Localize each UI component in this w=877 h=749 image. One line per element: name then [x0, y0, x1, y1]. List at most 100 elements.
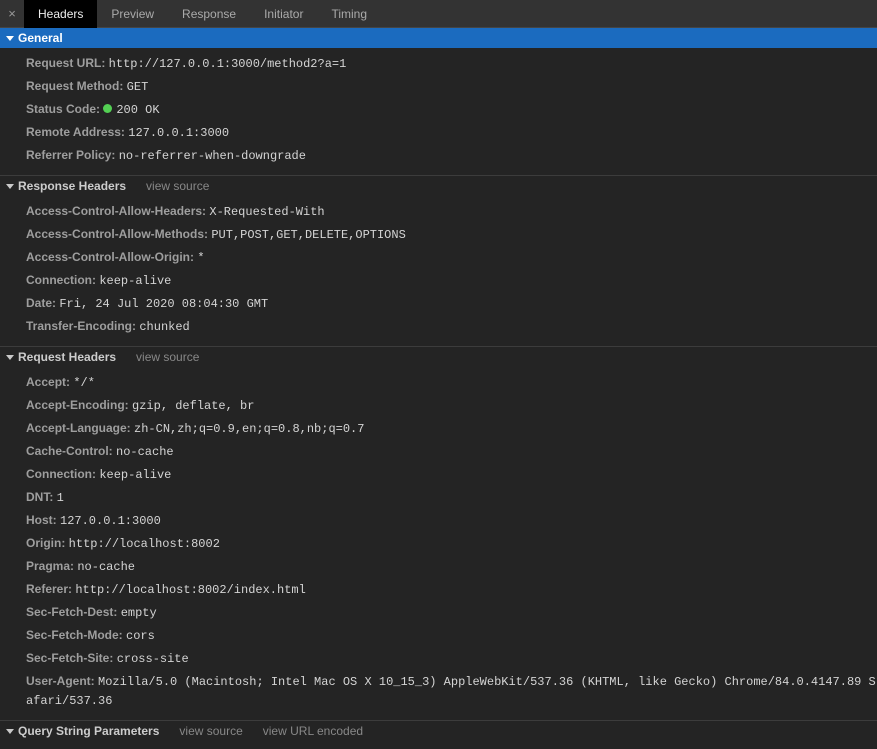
tab-headers[interactable]: Headers: [24, 0, 97, 28]
header-row: Sec-Fetch-Site: cross-site: [0, 647, 877, 670]
header-row: Connection: keep-alive: [0, 463, 877, 486]
header-value: cors: [126, 629, 155, 643]
section-query-params-body: a: 1: [0, 741, 877, 749]
tab-timing[interactable]: Timing: [317, 0, 381, 28]
header-key: Date:: [26, 296, 59, 310]
header-key: Transfer-Encoding:: [26, 319, 139, 333]
header-key: Sec-Fetch-Mode:: [26, 628, 126, 642]
header-value: 127.0.0.1:3000: [128, 126, 229, 140]
header-row: Status Code: 200 OK: [0, 98, 877, 121]
section-general-title: General: [18, 31, 63, 45]
header-key: Access-Control-Allow-Headers:: [26, 204, 209, 218]
caret-down-icon: [6, 729, 14, 734]
header-row: Pragma: no-cache: [0, 555, 877, 578]
close-icon[interactable]: ×: [0, 6, 24, 21]
header-row: Referer: http://localhost:8002/index.htm…: [0, 578, 877, 601]
header-value: 1: [57, 491, 64, 505]
header-row: Host: 127.0.0.1:3000: [0, 509, 877, 532]
view-source-link[interactable]: view source: [179, 724, 242, 738]
header-row: Remote Address: 127.0.0.1:3000: [0, 121, 877, 144]
header-row: Access-Control-Allow-Headers: X-Requeste…: [0, 200, 877, 223]
header-value: *: [197, 251, 204, 265]
header-key: Request Method:: [26, 79, 127, 93]
header-row: Request Method: GET: [0, 75, 877, 98]
header-row: User-Agent: Mozilla/5.0 (Macintosh; Inte…: [0, 670, 877, 712]
caret-down-icon: [6, 355, 14, 360]
caret-down-icon: [6, 184, 14, 189]
header-key: Accept:: [26, 375, 73, 389]
section-request-headers-header[interactable]: Request Headers view source: [0, 346, 877, 367]
header-key: Accept-Language:: [26, 421, 134, 435]
section-response-headers-title: Response Headers: [18, 179, 126, 193]
section-request-headers-title: Request Headers: [18, 350, 116, 364]
header-key: Sec-Fetch-Site:: [26, 651, 117, 665]
header-value: no-cache: [116, 445, 174, 459]
header-key: Accept-Encoding:: [26, 398, 132, 412]
header-key: Remote Address:: [26, 125, 128, 139]
header-key: Pragma:: [26, 559, 77, 573]
header-value: GET: [127, 80, 149, 94]
status-dot-icon: [103, 104, 112, 113]
header-row: Access-Control-Allow-Methods: PUT,POST,G…: [0, 223, 877, 246]
header-row: Referrer Policy: no-referrer-when-downgr…: [0, 144, 877, 167]
header-row: Cache-Control: no-cache: [0, 440, 877, 463]
view-source-link[interactable]: view source: [146, 179, 209, 193]
header-key: Request URL:: [26, 56, 109, 70]
header-value: X-Requested-With: [209, 205, 324, 219]
section-general-body: Request URL: http://127.0.0.1:3000/metho…: [0, 48, 877, 175]
header-row: a: 1: [0, 745, 877, 749]
header-value: no-referrer-when-downgrade: [119, 149, 306, 163]
header-key: Access-Control-Allow-Origin:: [26, 250, 197, 264]
header-key: Referer:: [26, 582, 75, 596]
header-row: Access-Control-Allow-Origin: *: [0, 246, 877, 269]
view-source-link[interactable]: view source: [136, 350, 199, 364]
header-value: 127.0.0.1:3000: [60, 514, 161, 528]
header-value: Mozilla/5.0 (Macintosh; Intel Mac OS X 1…: [26, 675, 876, 708]
header-row: Origin: http://localhost:8002: [0, 532, 877, 555]
header-value: cross-site: [117, 652, 189, 666]
header-value: http://localhost:8002/index.html: [75, 583, 305, 597]
header-row: Accept-Encoding: gzip, deflate, br: [0, 394, 877, 417]
header-key: Sec-Fetch-Dest:: [26, 605, 121, 619]
header-key: Host:: [26, 513, 60, 527]
header-value: gzip, deflate, br: [132, 399, 254, 413]
header-value: chunked: [139, 320, 189, 334]
section-query-params-header[interactable]: Query String Parameters view source view…: [0, 720, 877, 741]
tab-response[interactable]: Response: [168, 0, 250, 28]
header-value: 200 OK: [116, 103, 159, 117]
header-value: http://127.0.0.1:3000/method2?a=1: [109, 57, 347, 71]
header-value: keep-alive: [99, 274, 171, 288]
header-key: Cache-Control:: [26, 444, 116, 458]
header-row: Accept-Language: zh-CN,zh;q=0.9,en;q=0.8…: [0, 417, 877, 440]
header-value: PUT,POST,GET,DELETE,OPTIONS: [211, 228, 405, 242]
header-row: Transfer-Encoding: chunked: [0, 315, 877, 338]
header-row: Date: Fri, 24 Jul 2020 08:04:30 GMT: [0, 292, 877, 315]
header-key: Status Code:: [26, 102, 103, 116]
header-value: keep-alive: [99, 468, 171, 482]
header-key: DNT:: [26, 490, 57, 504]
header-row: Accept: */*: [0, 371, 877, 394]
section-query-params-title: Query String Parameters: [18, 724, 159, 738]
header-key: Origin:: [26, 536, 69, 550]
header-key: User-Agent:: [26, 674, 98, 688]
section-response-headers-header[interactable]: Response Headers view source: [0, 175, 877, 196]
header-value: Fri, 24 Jul 2020 08:04:30 GMT: [59, 297, 268, 311]
header-value: empty: [121, 606, 157, 620]
header-key: Connection:: [26, 273, 99, 287]
header-row: DNT: 1: [0, 486, 877, 509]
tab-initiator[interactable]: Initiator: [250, 0, 317, 28]
header-key: Access-Control-Allow-Methods:: [26, 227, 211, 241]
header-row: Sec-Fetch-Mode: cors: [0, 624, 877, 647]
devtools-tabbar: × Headers Preview Response Initiator Tim…: [0, 0, 877, 28]
header-row: Request URL: http://127.0.0.1:3000/metho…: [0, 52, 877, 75]
view-url-encoded-link[interactable]: view URL encoded: [263, 724, 363, 738]
section-response-headers-body: Access-Control-Allow-Headers: X-Requeste…: [0, 196, 877, 346]
header-value: http://localhost:8002: [69, 537, 220, 551]
tab-preview[interactable]: Preview: [97, 0, 168, 28]
header-value: zh-CN,zh;q=0.9,en;q=0.8,nb;q=0.7: [134, 422, 364, 436]
header-value: no-cache: [77, 560, 135, 574]
section-request-headers-body: Accept: */*Accept-Encoding: gzip, deflat…: [0, 367, 877, 720]
section-general-header[interactable]: General: [0, 28, 877, 48]
header-key: Referrer Policy:: [26, 148, 119, 162]
caret-down-icon: [6, 36, 14, 41]
